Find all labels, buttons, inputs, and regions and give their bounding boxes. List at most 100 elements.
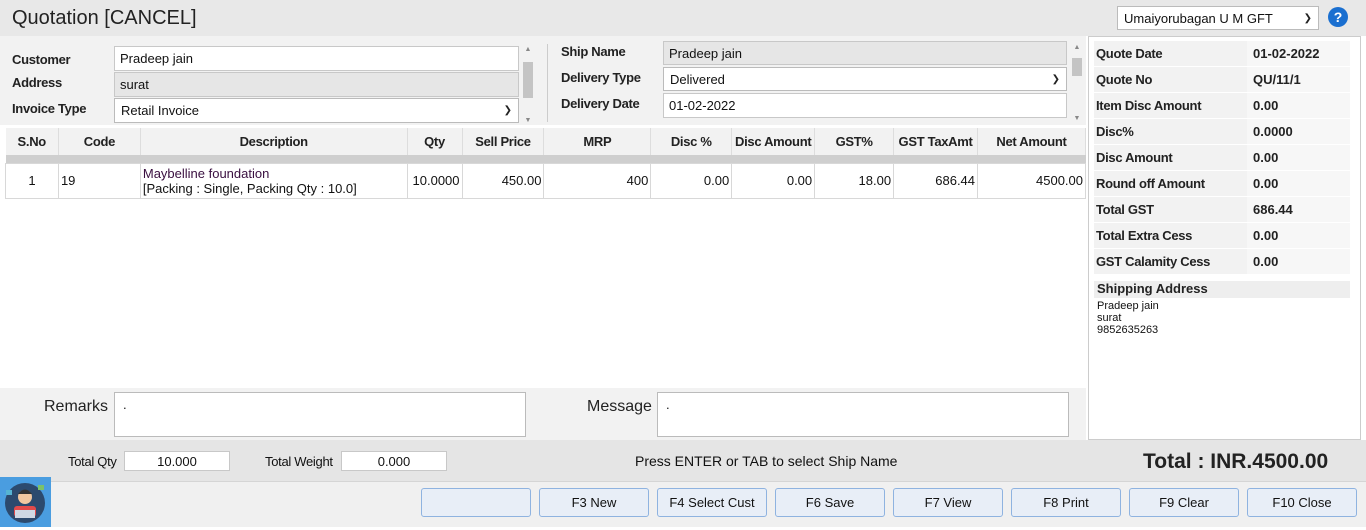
close-button[interactable]: F10 Close (1247, 488, 1357, 517)
total-qty-label: Total Qty (68, 454, 117, 469)
summary-row: Total GST 686.44 (1094, 197, 1350, 222)
summary-value: QU/11/1 (1247, 67, 1350, 92)
scroll-down-icon[interactable]: ▼ (522, 117, 534, 124)
company-select[interactable]: Umaiyorubagan U M GFT ❯ (1117, 6, 1319, 30)
scroll-down-icon[interactable]: ▼ (1071, 115, 1083, 122)
invoice-type-label: Invoice Type (12, 101, 87, 116)
cell-sno: 1 (5, 162, 59, 199)
summary-row: Disc Amount 0.00 (1094, 145, 1350, 170)
col-gst: GST% (814, 128, 895, 155)
clear-button[interactable]: F9 Clear (1129, 488, 1239, 517)
totals-bar: Total Qty 10.000 Total Weight 0.000 Pres… (0, 440, 1366, 482)
col-mrp: MRP (543, 128, 652, 155)
scroll-up-icon[interactable]: ▲ (522, 46, 534, 53)
summary-label: Quote No (1096, 72, 1153, 87)
cell-disc-amount: 0.00 (731, 162, 816, 199)
summary-label: Total Extra Cess (1096, 228, 1193, 243)
remarks-label: Remarks (44, 398, 109, 415)
col-description: Description (140, 128, 408, 155)
summary-row: Disc% 0.0000 (1094, 119, 1350, 144)
invoice-type-value: Retail Invoice (121, 103, 200, 118)
summary-label: GST Calamity Cess (1096, 254, 1211, 269)
scroll-up-icon[interactable]: ▲ (1071, 44, 1083, 51)
delivery-date-label: Delivery Date (561, 96, 640, 111)
summary-value: 0.00 (1247, 93, 1350, 118)
shipping-name: Pradeep jain (1097, 300, 1159, 312)
delivery-date-input[interactable]: 01-02-2022 (663, 93, 1067, 118)
delivery-type-label: Delivery Type (561, 70, 641, 85)
customer-label: Customer (12, 52, 71, 67)
chevron-down-icon: ❯ (1051, 73, 1060, 85)
new-button[interactable]: F3 New (539, 488, 649, 517)
col-qty: Qty (407, 128, 463, 155)
delivery-type-value: Delivered (670, 71, 725, 87)
action-bar: F3 New F4 Select Cust F6 Save F7 View F8… (0, 482, 1366, 527)
summary-value: 0.00 (1247, 171, 1350, 196)
summary-row: Total Extra Cess 0.00 (1094, 223, 1350, 248)
table-row[interactable]: 1 19 Maybelline foundation [Packing : Sin… (5, 162, 1086, 199)
total-weight-label: Total Weight (265, 454, 333, 469)
ship-scrollbar[interactable]: ▲ ▼ (1071, 42, 1083, 122)
cell-description: Maybelline foundation [Packing : Single, … (139, 162, 408, 199)
customer-input[interactable]: Pradeep jain (114, 46, 519, 71)
ship-name-input[interactable]: Pradeep jain (663, 41, 1067, 65)
shipping-address-title: Shipping Address (1094, 281, 1350, 298)
summary-label: Round off Amount (1096, 176, 1205, 191)
page-title: Quotation [CANCEL] (12, 7, 197, 29)
shipping-phone: 9852635263 (1097, 324, 1159, 336)
summary-value: 0.00 (1247, 145, 1350, 170)
select-customer-button[interactable]: F4 Select Cust (657, 488, 767, 517)
header-bar: Quotation [CANCEL] Umaiyorubagan U M GFT… (0, 0, 1366, 36)
summary-label: Disc% (1096, 124, 1134, 139)
summary-row: Quote No QU/11/1 (1094, 67, 1350, 92)
summary-value: 01-02-2022 (1247, 41, 1350, 66)
summary-value: 0.0000 (1247, 119, 1350, 144)
support-avatar-icon[interactable] (0, 477, 51, 527)
summary-row: Round off Amount 0.00 (1094, 171, 1350, 196)
invoice-type-select[interactable]: Retail Invoice ❯ (114, 98, 519, 123)
delivery-type-select[interactable]: Delivered ❯ (663, 67, 1067, 91)
chevron-down-icon: ❯ (503, 105, 512, 116)
print-button[interactable]: F8 Print (1011, 488, 1121, 517)
ship-name-label: Ship Name (561, 44, 626, 59)
summary-row: Item Disc Amount 0.00 (1094, 93, 1350, 118)
summary-value: 0.00 (1247, 249, 1350, 274)
message-label: Message (587, 398, 652, 415)
summary-panel: Quote Date 01-02-2022 Quote No QU/11/1 Item … (1088, 36, 1361, 440)
shipping-address: Pradeep jain surat 9852635263 (1097, 300, 1159, 336)
company-value: Umaiyorubagan U M GFT (1124, 10, 1273, 26)
cell-sell-price: 450.00 (461, 162, 545, 199)
cell-qty: 10.0000 (406, 162, 463, 199)
cell-disc-pct: 0.00 (650, 162, 733, 199)
col-sno: S.No (5, 128, 59, 155)
col-net-amount: Net Amount (977, 128, 1086, 155)
form-scrollbar[interactable]: ▲ ▼ (522, 44, 534, 124)
address-input[interactable]: surat (114, 72, 519, 97)
help-icon[interactable]: ? (1328, 7, 1348, 27)
remarks-textarea[interactable]: . (114, 392, 526, 437)
shipping-city: surat (1097, 312, 1122, 324)
cell-code: 19 (57, 162, 141, 199)
summary-value: 686.44 (1247, 197, 1350, 222)
message-textarea[interactable]: . (657, 392, 1069, 437)
item-name: Maybelline foundation (142, 165, 270, 181)
save-button[interactable]: F6 Save (775, 488, 885, 517)
summary-value: 0.00 (1247, 223, 1350, 248)
col-sell-price: Sell Price (462, 128, 545, 155)
address-label: Address (12, 75, 62, 90)
summary-label: Item Disc Amount (1096, 98, 1202, 113)
col-disc-amount: Disc Amount (731, 128, 816, 155)
chevron-down-icon: ❯ (1303, 12, 1312, 24)
item-packing: [Packing : Single, Packing Qty : 10.0] (142, 180, 357, 196)
table-header-row: S.No Code Description Qty Sell Price MRP… (5, 128, 1086, 155)
view-button[interactable]: F7 View (893, 488, 1003, 517)
blank-button[interactable] (421, 488, 531, 517)
remarks-area: Remarks . Message . (0, 388, 1086, 440)
cell-net-amount: 4500.00 (977, 162, 1086, 199)
customer-form: Customer Pradeep jain Address surat Invo… (0, 36, 1086, 125)
items-table: S.No Code Description Qty Sell Price MRP… (5, 128, 1086, 199)
hint-text: Press ENTER or TAB to select Ship Name (635, 453, 898, 469)
cell-gst: 18.00 (814, 162, 895, 199)
col-gst-taxamt: GST TaxAmt (893, 128, 979, 155)
summary-label: Quote Date (1096, 46, 1163, 61)
